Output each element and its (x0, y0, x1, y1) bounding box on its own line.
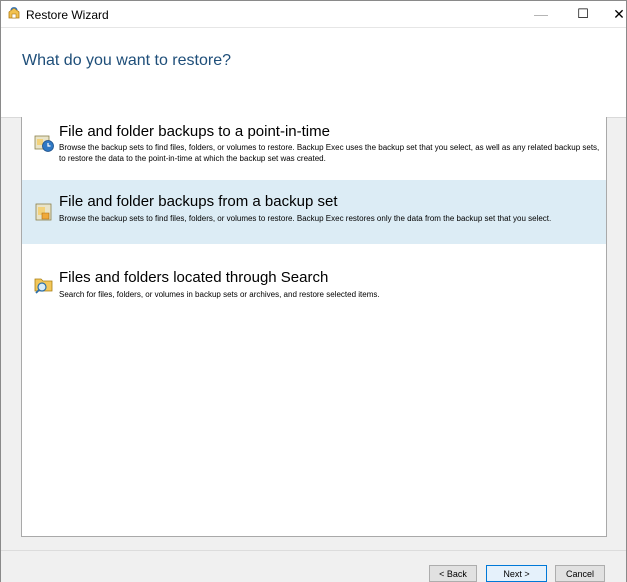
back-button[interactable]: < Back (429, 565, 477, 582)
minimize-icon: — (534, 6, 548, 22)
maximize-icon: ☐ (577, 6, 589, 21)
restore-wizard-app-icon (7, 6, 21, 20)
next-button[interactable]: Next > (486, 565, 547, 582)
folder-search-icon (33, 273, 55, 295)
window-title: Restore Wizard (26, 8, 109, 22)
restore-options-list: File and folder backups to a point-in-ti… (21, 117, 607, 537)
option-point-in-time[interactable]: File and folder backups to a point-in-ti… (22, 121, 606, 185)
option-backup-set[interactable]: File and folder backups from a backup se… (22, 180, 606, 244)
close-icon: ✕ (613, 5, 625, 22)
option-description: Search for files, folders, or volumes in… (59, 290, 380, 299)
option-title: File and folder backups to a point-in-ti… (59, 123, 330, 140)
option-search[interactable]: Files and folders located through Search… (22, 259, 606, 323)
maximize-button[interactable]: ☐ (563, 1, 603, 27)
backup-set-icon (33, 201, 55, 223)
backup-clock-icon (33, 131, 55, 153)
close-button[interactable]: ✕ (599, 1, 627, 27)
page-title: What do you want to restore? (22, 52, 231, 69)
minimize-button[interactable]: — (521, 1, 561, 27)
option-title: File and folder backups from a backup se… (59, 193, 338, 210)
wizard-header: What do you want to restore? (1, 28, 626, 118)
restore-wizard-window: Restore Wizard — ☐ ✕ What do you want to… (0, 0, 627, 582)
cancel-button[interactable]: Cancel (555, 565, 605, 582)
option-description: Browse the backup sets to find files, fo… (59, 214, 552, 223)
option-description: Browse the backup sets to find files, fo… (59, 143, 600, 163)
option-title: Files and folders located through Search (59, 269, 329, 286)
title-bar[interactable]: Restore Wizard — ☐ ✕ (1, 1, 626, 28)
wizard-footer: < Back Next > Cancel (1, 550, 626, 582)
